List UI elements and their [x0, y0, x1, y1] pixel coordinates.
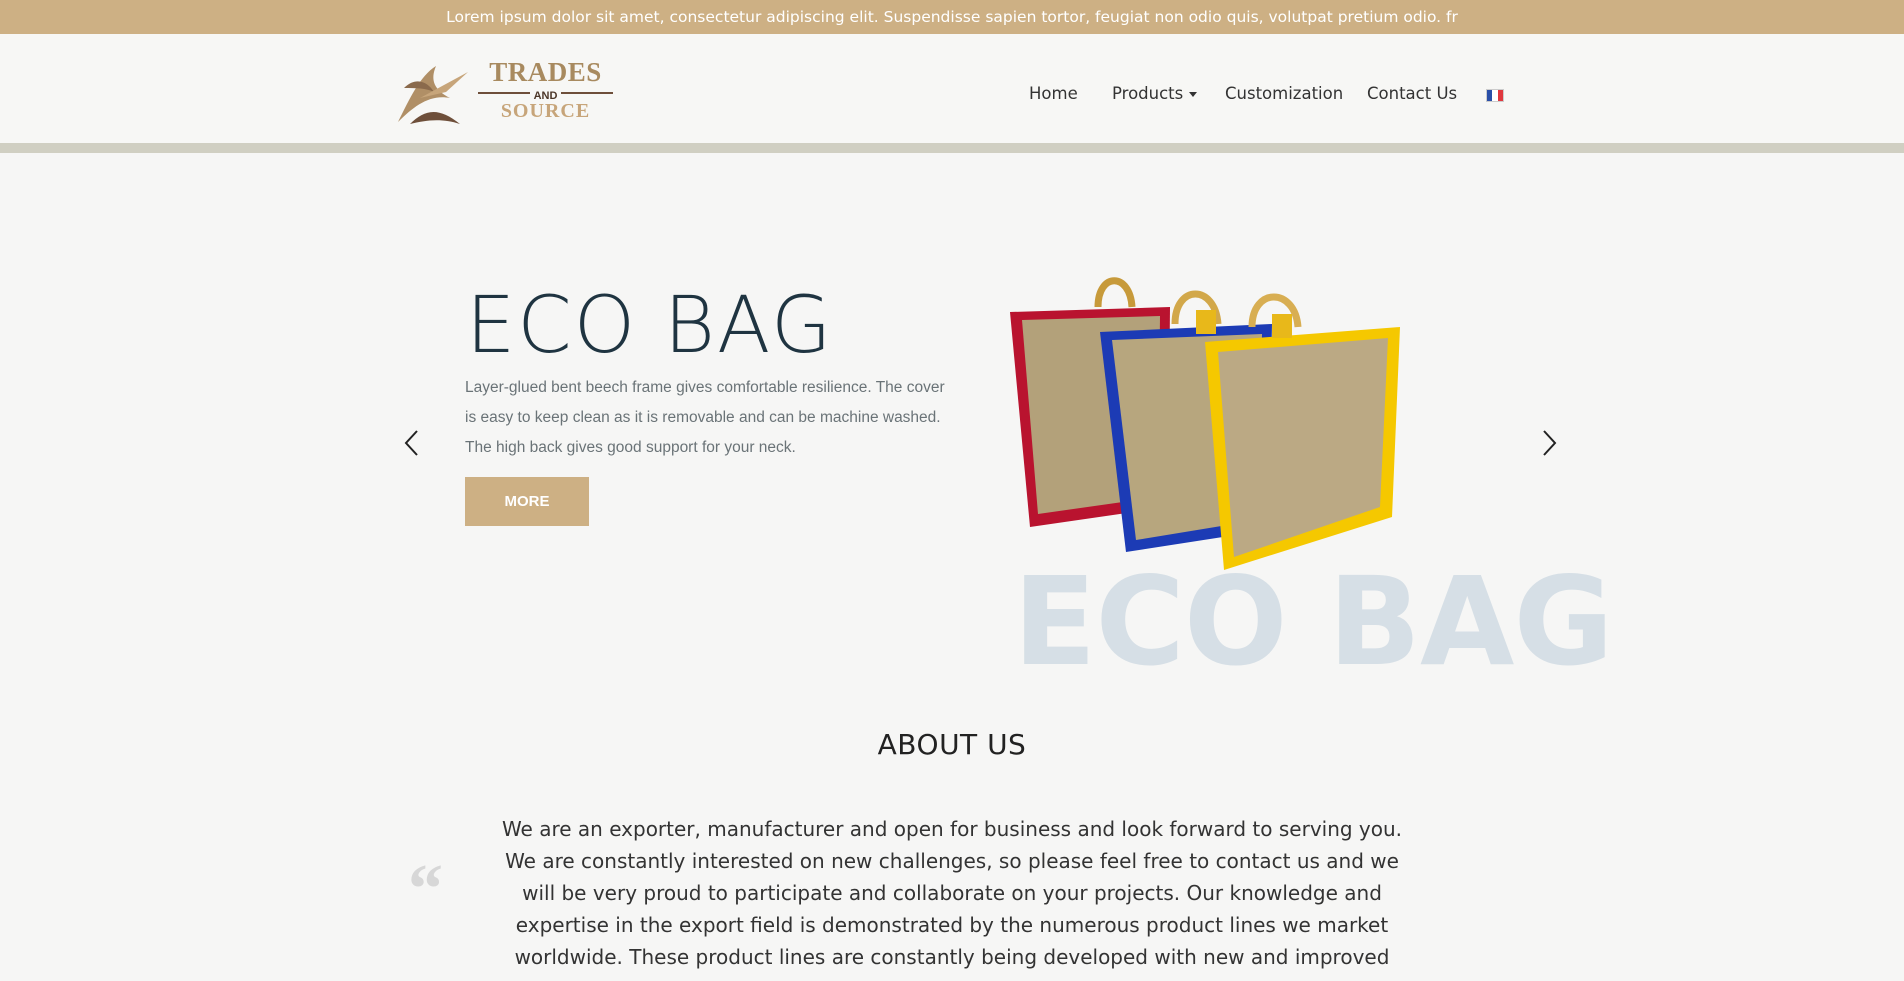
hero-ghost-text: ECO BAG — [1013, 551, 1614, 693]
nav-contact[interactable]: Contact Us — [1367, 84, 1457, 103]
more-button[interactable]: MORE — [465, 477, 589, 526]
chevron-right-icon[interactable] — [1537, 428, 1561, 458]
main-nav: Home Products Customization Contact Us — [0, 84, 1904, 104]
nav-products[interactable]: Products — [1112, 84, 1198, 103]
quote-icon: “ — [408, 851, 443, 928]
hero-title: ECO BAG — [466, 281, 834, 371]
nav-customization[interactable]: Customization — [1225, 84, 1343, 103]
nav-home[interactable]: Home — [1029, 84, 1078, 103]
hero-description: Layer-glued bent beech frame gives comfo… — [465, 379, 945, 456]
french-flag-icon[interactable] — [1486, 89, 1504, 102]
announcement-bar: Lorem ipsum dolor sit amet, consectetur … — [0, 0, 1904, 34]
chevron-left-icon[interactable] — [400, 428, 424, 458]
jute-bags-image — [1010, 277, 1400, 570]
nav-products-label: Products — [1112, 84, 1184, 103]
logo-trades: TRADES — [489, 57, 602, 87]
about-text: We are an exporter, manufacturer and ope… — [501, 817, 1403, 969]
announcement-text: Lorem ipsum dolor sit amet, consectetur … — [446, 8, 1458, 26]
about-heading: ABOUT US — [877, 728, 1027, 761]
header-divider — [0, 143, 1904, 153]
caret-down-icon — [1189, 92, 1198, 97]
